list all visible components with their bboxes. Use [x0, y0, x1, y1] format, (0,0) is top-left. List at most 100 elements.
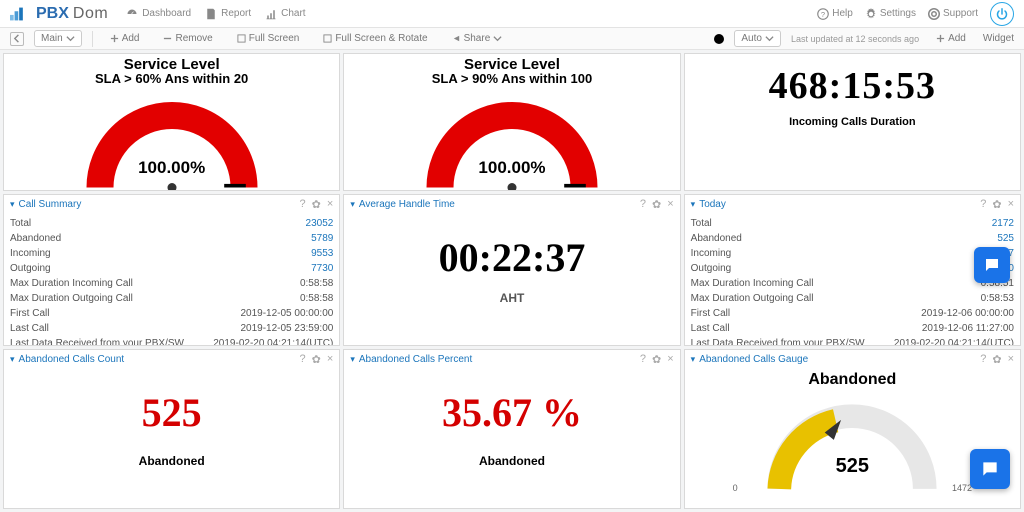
widget-aht: ▾ Average Handle Time ? ✿ × 00:22:37 AHT: [343, 194, 680, 346]
stat-row: Max Duration Outgoing Call0:58:53: [691, 291, 1014, 306]
chat-button-2[interactable]: [974, 247, 1010, 283]
header-title: Abandoned Calls Count: [19, 354, 125, 365]
stat-value: 2019-12-05 23:59:00: [240, 321, 333, 336]
help-icon[interactable]: ?: [980, 198, 986, 211]
help-icon[interactable]: ?: [640, 353, 646, 366]
close-icon[interactable]: ×: [1008, 353, 1014, 366]
gear-icon[interactable]: ✿: [312, 198, 321, 211]
stat-key: Outgoing: [691, 261, 732, 276]
stat-row: Last Call 2019-12-06 11:27:00: [691, 321, 1014, 336]
stat-row: Incoming947: [691, 246, 1014, 261]
widget-header-icons: ? ✿ ×: [300, 198, 334, 211]
widget-header[interactable]: ▾ Call Summary ? ✿ ×: [4, 195, 339, 214]
stat-key: Total: [10, 216, 31, 231]
help-icon[interactable]: ?: [300, 198, 306, 211]
header-title: Abandoned Calls Percent: [359, 354, 472, 365]
stat-value[interactable]: 5789: [311, 231, 333, 246]
help-icon: ?: [817, 8, 829, 20]
nav-report-label: Report: [221, 8, 251, 19]
ab-percent-value: 35.67 %: [344, 389, 679, 436]
stat-value[interactable]: 9553: [311, 246, 333, 261]
help-icon[interactable]: ?: [980, 353, 986, 366]
collapse-button[interactable]: [10, 32, 24, 46]
widget-header[interactable]: ▾ Average Handle Time ? ✿ ×: [344, 195, 679, 214]
gear-icon[interactable]: ✿: [652, 353, 661, 366]
auto-dropdown[interactable]: Auto: [734, 30, 781, 47]
gear-icon[interactable]: ✿: [312, 353, 321, 366]
settings-link[interactable]: Settings: [865, 8, 916, 20]
brand-part2: Dom: [73, 5, 108, 23]
caret-icon: ▾: [350, 199, 355, 210]
close-icon[interactable]: ×: [327, 198, 333, 211]
gear-icon: [865, 8, 877, 20]
close-icon[interactable]: ×: [667, 353, 673, 366]
stat-key: Incoming: [691, 246, 732, 261]
nav-report[interactable]: Report: [205, 8, 251, 20]
stat-value: 2019-12-06 11:27:00: [922, 321, 1014, 336]
main-dropdown[interactable]: Main: [34, 30, 82, 47]
stat-key: Last Data Received from your PBX/SW: [691, 336, 865, 345]
sla1-sub: SLA > 60% Ans within 20: [4, 71, 339, 86]
widget-header[interactable]: ▾ Today ? ✿ ×: [685, 195, 1020, 214]
help-icon[interactable]: ?: [640, 198, 646, 211]
stat-row: First Call2019-12-06 00:00:00: [691, 306, 1014, 321]
header-title: Call Summary: [19, 199, 82, 210]
ab-gauge-title: Abandoned: [685, 371, 1020, 389]
stat-key: Total: [691, 216, 712, 231]
stat-value: 0:58:53: [981, 291, 1014, 306]
stat-row: Max Duration Outgoing Call0:58:58: [10, 291, 333, 306]
stat-row: Max Duration Incoming Call0:58:51: [691, 276, 1014, 291]
help-link[interactable]: ? Help: [817, 8, 853, 20]
gear-icon[interactable]: ✿: [992, 198, 1001, 211]
widget-header-icons: ? ✿ ×: [980, 353, 1014, 366]
caret-icon: ▾: [691, 354, 696, 365]
stat-value[interactable]: 7730: [311, 261, 333, 276]
ab-percent-label: Abandoned: [344, 454, 679, 468]
support-link[interactable]: Support: [928, 8, 978, 20]
stat-row: Outgoing7730: [10, 261, 333, 276]
nav-chart[interactable]: Chart: [265, 8, 305, 20]
stat-value[interactable]: 2172: [992, 216, 1014, 231]
stat-key: Max Duration Incoming Call: [10, 276, 133, 291]
stat-key: Last Call: [691, 321, 730, 336]
close-icon[interactable]: ×: [667, 198, 673, 211]
widget-call-summary: ▾ Call Summary ? ✿ × Total 23052Abandoned…: [3, 194, 340, 346]
brand-logo[interactable]: PBXDom: [10, 5, 108, 23]
close-icon[interactable]: ×: [1008, 198, 1014, 211]
gear-icon[interactable]: ✿: [992, 353, 1001, 366]
stat-row: Max Duration Incoming Call0:58:58: [10, 276, 333, 291]
fsrotate-button[interactable]: Full Screen & Rotate: [316, 30, 434, 47]
widget-header[interactable]: ▾ Abandoned Calls Count ? ✿ ×: [4, 350, 339, 369]
widget-header[interactable]: ▾ Abandoned Calls Percent ? ✿ ×: [344, 350, 679, 369]
stat-row: Incoming9553: [10, 246, 333, 261]
ab-gauge-max: 1472: [952, 483, 972, 493]
chat-button[interactable]: [970, 449, 1010, 489]
close-icon[interactable]: ×: [327, 353, 333, 366]
add-widget-button[interactable]: Add: [929, 30, 973, 47]
share-button[interactable]: Share: [445, 30, 510, 47]
caret-icon: ▾: [691, 199, 696, 210]
widget-header-icons: ? ✿ ×: [980, 198, 1014, 211]
gear-icon[interactable]: ✿: [652, 198, 661, 211]
remove-button[interactable]: Remove: [156, 30, 219, 47]
nav-dashboard[interactable]: Dashboard: [126, 8, 191, 20]
stat-row: Total 23052: [10, 216, 333, 231]
stat-value[interactable]: 525: [997, 231, 1014, 246]
stat-value: 2019-02-20 04:21:14(UTC): [894, 336, 1014, 345]
add-button[interactable]: Add: [103, 30, 147, 47]
widget-header-icons: ? ✿ ×: [640, 353, 674, 366]
fullscreen-button[interactable]: Full Screen: [230, 30, 307, 47]
widget-header[interactable]: ▾ Abandoned Calls Gauge ? ✿ ×: [685, 350, 1020, 369]
stat-key: Max Duration Incoming Call: [691, 276, 814, 291]
sla2-sub: SLA > 90% Ans within 100: [344, 71, 679, 86]
last-updated: Last updated at 12 seconds ago: [791, 34, 919, 44]
stat-key: Max Duration Outgoing Call: [10, 291, 133, 306]
stat-value[interactable]: 23052: [306, 216, 334, 231]
power-button[interactable]: [990, 2, 1014, 26]
caret-icon: ▾: [350, 354, 355, 365]
ab-gauge-min: 0: [733, 483, 738, 493]
stat-row: Abandoned5789: [10, 231, 333, 246]
brand-part1: PBX: [36, 5, 69, 23]
help-icon[interactable]: ?: [300, 353, 306, 366]
widget-header-icons: ? ✿ ×: [640, 198, 674, 211]
